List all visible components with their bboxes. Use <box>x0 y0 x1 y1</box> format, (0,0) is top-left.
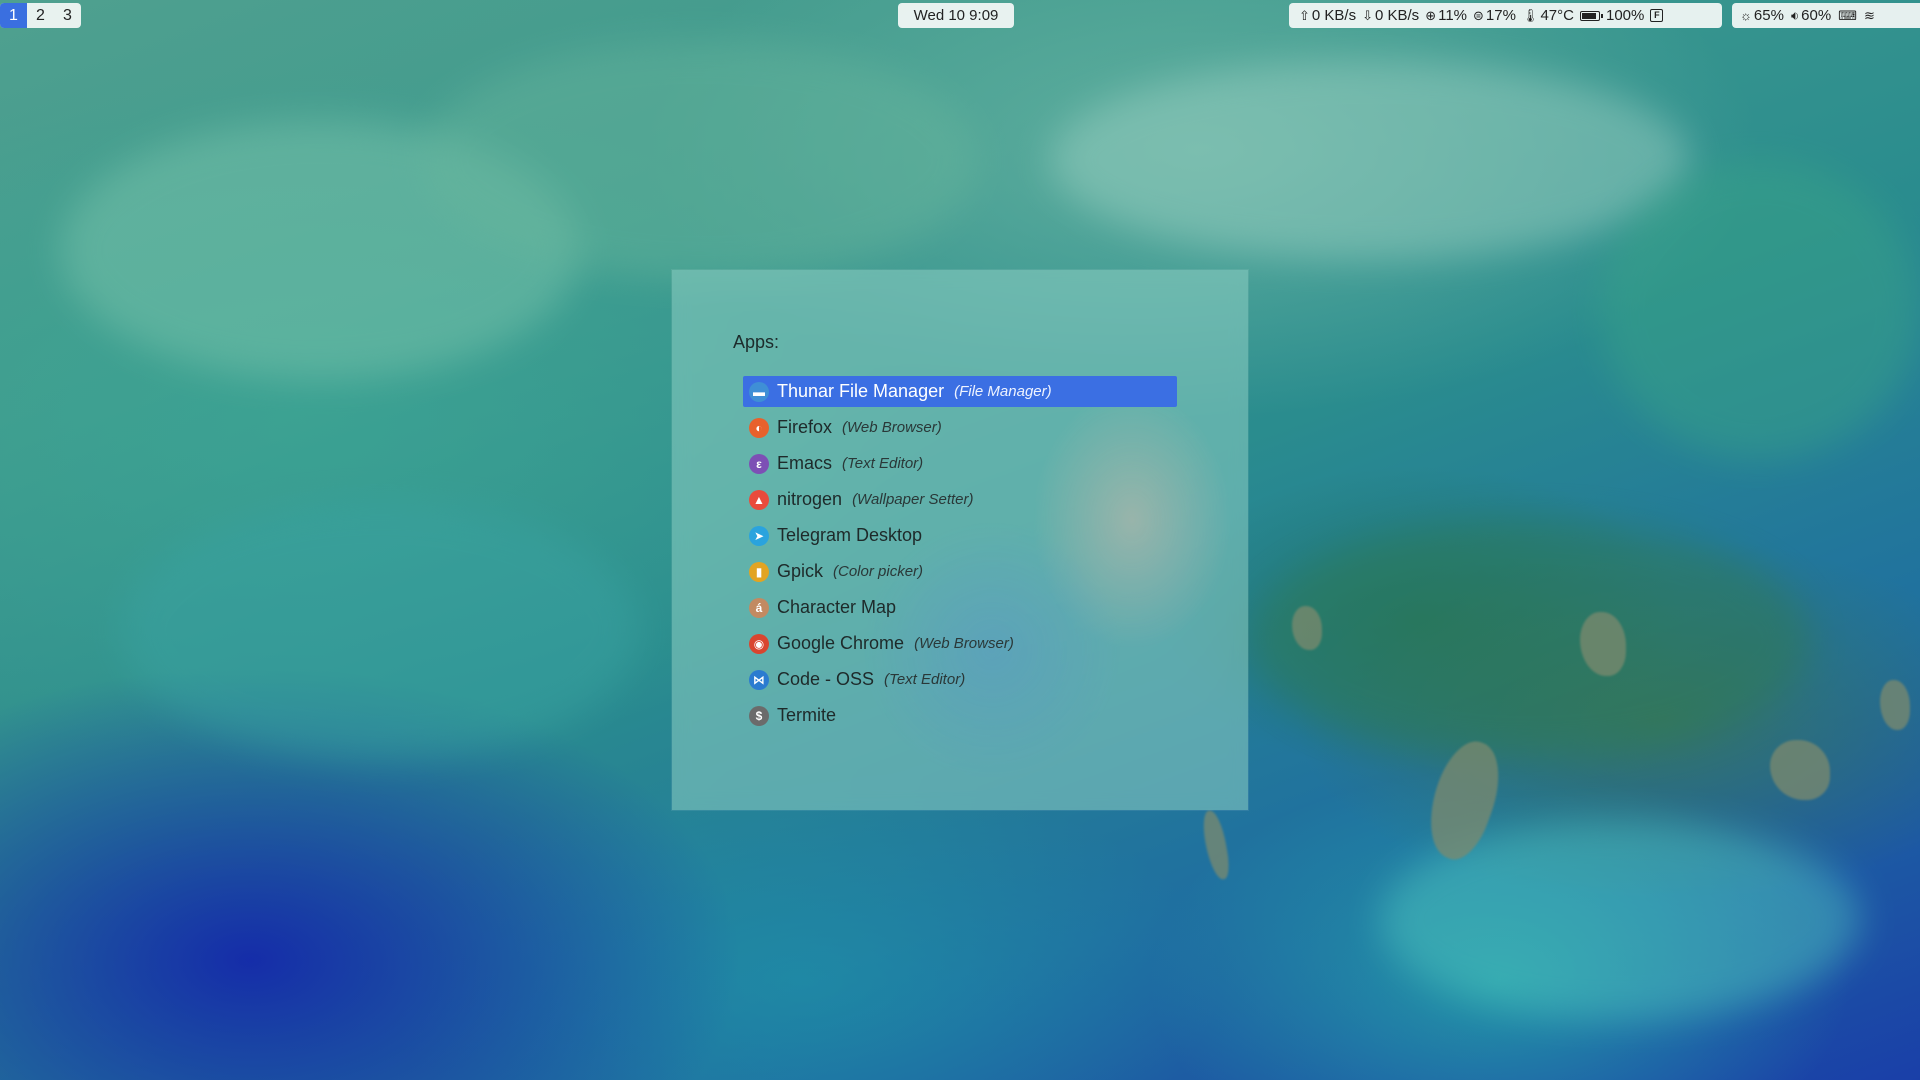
wallpaper-swirl <box>120 500 640 760</box>
brightness-icon: ☼ <box>1740 8 1752 23</box>
app-name: nitrogen <box>777 489 843 509</box>
keyboard-icon[interactable]: ⌨ <box>1838 9 1857 22</box>
terminal-icon: $ <box>749 705 769 726</box>
wallpaper-island <box>1200 808 1232 882</box>
folder-icon: ▬ <box>749 381 769 402</box>
app-item-emacs[interactable]: ε Emacs (Text Editor) <box>743 448 1177 479</box>
app-name: Google Chrome <box>777 633 905 653</box>
upload-icon: ⇧ <box>1299 8 1310 23</box>
app-description: (Wallpaper Setter) <box>852 491 974 508</box>
brightness-value: 65% <box>1753 7 1784 24</box>
system-info-panel: ⇧ 0 KB/s ⇩ 0 KB/s ⊕ 11% ⊜ 17% 🌡︎ 47°C 10… <box>1289 3 1722 28</box>
app-description: (File Manager) <box>954 383 1052 400</box>
battery: 100% <box>1579 7 1645 24</box>
app-name: Thunar File Manager <box>777 381 945 401</box>
volume-control[interactable]: 🔉︎ 60% <box>1791 7 1831 24</box>
upload-speed-value: 0 KB/s <box>1311 7 1357 24</box>
memory-usage: ⊜ 17% <box>1473 7 1516 24</box>
app-list: ▬ Thunar File Manager (File Manager) ◐ Firef… <box>743 376 1177 736</box>
app-name: Character Map <box>777 597 897 617</box>
memory-icon: ⊜ <box>1473 8 1484 23</box>
wallpaper-island <box>1880 680 1910 730</box>
temperature: 🌡︎ 47°C <box>1522 7 1574 24</box>
app-name: Termite <box>777 705 837 725</box>
app-description: (Text Editor) <box>884 671 966 688</box>
workspace-2[interactable]: 2 <box>27 3 54 28</box>
app-item-termite[interactable]: $ Termite <box>743 700 1177 731</box>
controls-panel: ☼ 65% 🔉︎ 60% ⌨ ≋ <box>1732 3 1920 28</box>
gpick-icon: ▮ <box>749 561 769 582</box>
clock-text: Wed 10 9:09 <box>913 7 999 24</box>
app-item-thunar-file-manager[interactable]: ▬ Thunar File Manager (File Manager) <box>743 376 1177 407</box>
volume-icon: 🔉︎ <box>1790 8 1800 23</box>
wallpaper-swirl <box>1250 520 1810 760</box>
download-speed: ⇩ 0 KB/s <box>1362 7 1419 24</box>
code-oss-icon: ⋈ <box>749 669 769 690</box>
app-description: (Web Browser) <box>914 635 1014 652</box>
app-launcher: Apps: ▬ Thunar File Manager (File Manager)… <box>672 270 1248 810</box>
temperature-value: 47°C <box>1540 7 1574 24</box>
battery-icon <box>1579 10 1603 21</box>
keyboard-layout-indicator[interactable]: F <box>1650 9 1664 22</box>
memory-usage-value: 17% <box>1485 7 1516 24</box>
brightness-control[interactable]: ☼ 65% <box>1740 7 1784 24</box>
telegram-icon: ➤ <box>749 525 769 546</box>
cpu-usage: ⊕ 11% <box>1425 7 1467 24</box>
wallpaper-island <box>1770 740 1830 800</box>
app-description: (Color picker) <box>833 563 924 580</box>
workspace-switcher: 123 <box>0 3 81 28</box>
app-description: (Text Editor) <box>842 455 924 472</box>
battery-value: 100% <box>1605 7 1645 24</box>
app-name: Firefox <box>777 417 833 437</box>
wallpaper-swirl <box>1050 60 1690 260</box>
cpu-usage-value: 11% <box>1438 7 1468 24</box>
chrome-icon: ◉ <box>749 633 769 654</box>
character-map-icon: á <box>749 597 769 618</box>
workspace-1[interactable]: 1 <box>0 3 27 28</box>
nitrogen-icon: ▲ <box>749 489 769 510</box>
upload-speed: ⇧ 0 KB/s <box>1299 7 1356 24</box>
launcher-prompt[interactable]: Apps: <box>733 332 779 353</box>
app-name: Telegram Desktop <box>777 525 923 545</box>
app-item-character-map[interactable]: á Character Map <box>743 592 1177 623</box>
app-item-google-chrome[interactable]: ◉ Google Chrome (Web Browser) <box>743 628 1177 659</box>
app-item-telegram-desktop[interactable]: ➤ Telegram Desktop <box>743 520 1177 551</box>
thermometer-icon: 🌡︎ <box>1521 8 1539 23</box>
download-speed-value: 0 KB/s <box>1375 7 1420 24</box>
app-name: Code - OSS <box>777 669 875 689</box>
app-item-code-oss[interactable]: ⋈ Code - OSS (Text Editor) <box>743 664 1177 695</box>
wallpaper-swirl <box>420 40 980 280</box>
download-icon: ⇩ <box>1362 8 1373 23</box>
app-name: Gpick <box>777 561 824 581</box>
clock[interactable]: Wed 10 9:09 <box>898 3 1014 28</box>
wallpaper-swirl <box>1600 160 1920 460</box>
volume-value: 60% <box>1801 7 1832 24</box>
firefox-icon: ◐ <box>749 417 769 438</box>
workspace-3[interactable]: 3 <box>54 3 81 28</box>
app-item-gpick[interactable]: ▮ Gpick (Color picker) <box>743 556 1177 587</box>
wifi-icon[interactable]: ≋ <box>1864 9 1875 22</box>
emacs-icon: ε <box>749 453 769 474</box>
cpu-icon: ⊕ <box>1425 8 1437 23</box>
app-item-firefox[interactable]: ◐ Firefox (Web Browser) <box>743 412 1177 443</box>
app-name: Emacs <box>777 453 833 473</box>
app-item-nitrogen[interactable]: ▲ nitrogen (Wallpaper Setter) <box>743 484 1177 515</box>
desktop-wallpaper: 123 Wed 10 9:09 ⇧ 0 KB/s ⇩ 0 KB/s ⊕ 11% … <box>0 0 1920 1080</box>
app-description: (Web Browser) <box>842 419 942 436</box>
